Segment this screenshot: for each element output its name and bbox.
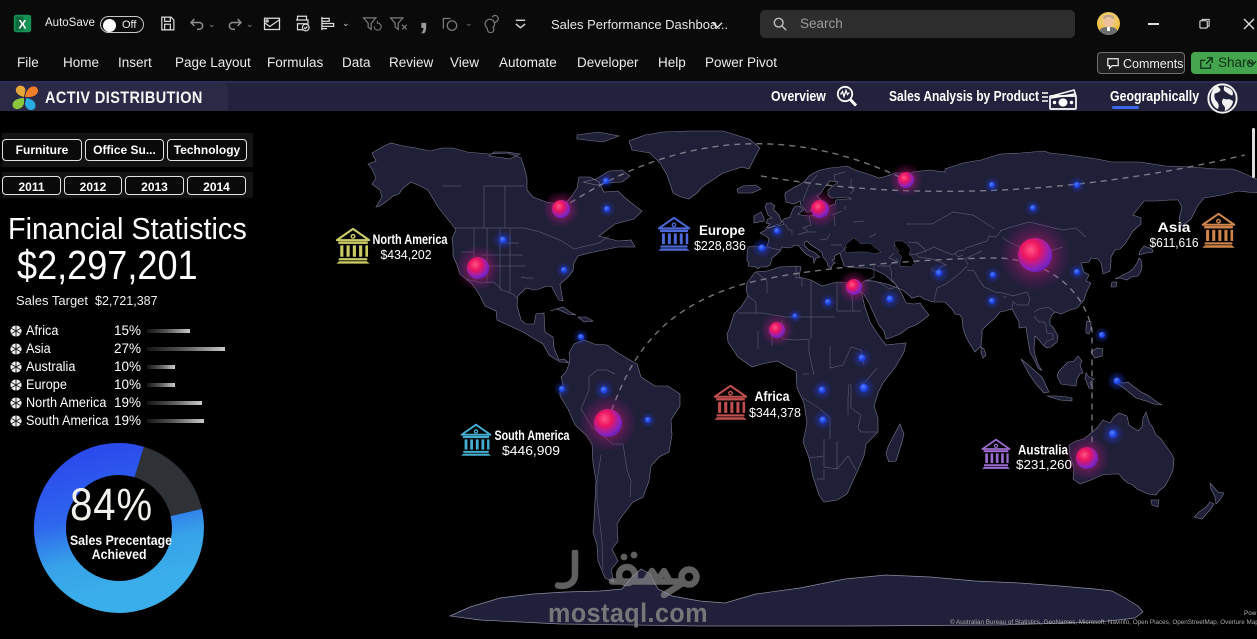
svg-text:$231,260: $231,260 — [1016, 457, 1072, 472]
svg-text:$344,378: $344,378 — [749, 405, 801, 420]
svg-text:Asia: Asia — [1158, 220, 1192, 235]
svg-text:$611,616: $611,616 — [1150, 235, 1199, 250]
svg-text:X: X — [19, 17, 27, 31]
svg-text:Africa: Africa — [755, 389, 790, 404]
svg-text:Australia: Australia — [1018, 443, 1068, 458]
svg-text:$228,836: $228,836 — [694, 238, 746, 253]
svg-text:$446,909: $446,909 — [502, 443, 560, 458]
svg-text:North America: North America — [373, 232, 448, 247]
svg-text:Europe: Europe — [699, 223, 745, 238]
svg-text:$434,202: $434,202 — [381, 247, 432, 262]
svg-text:South America: South America — [495, 428, 570, 443]
